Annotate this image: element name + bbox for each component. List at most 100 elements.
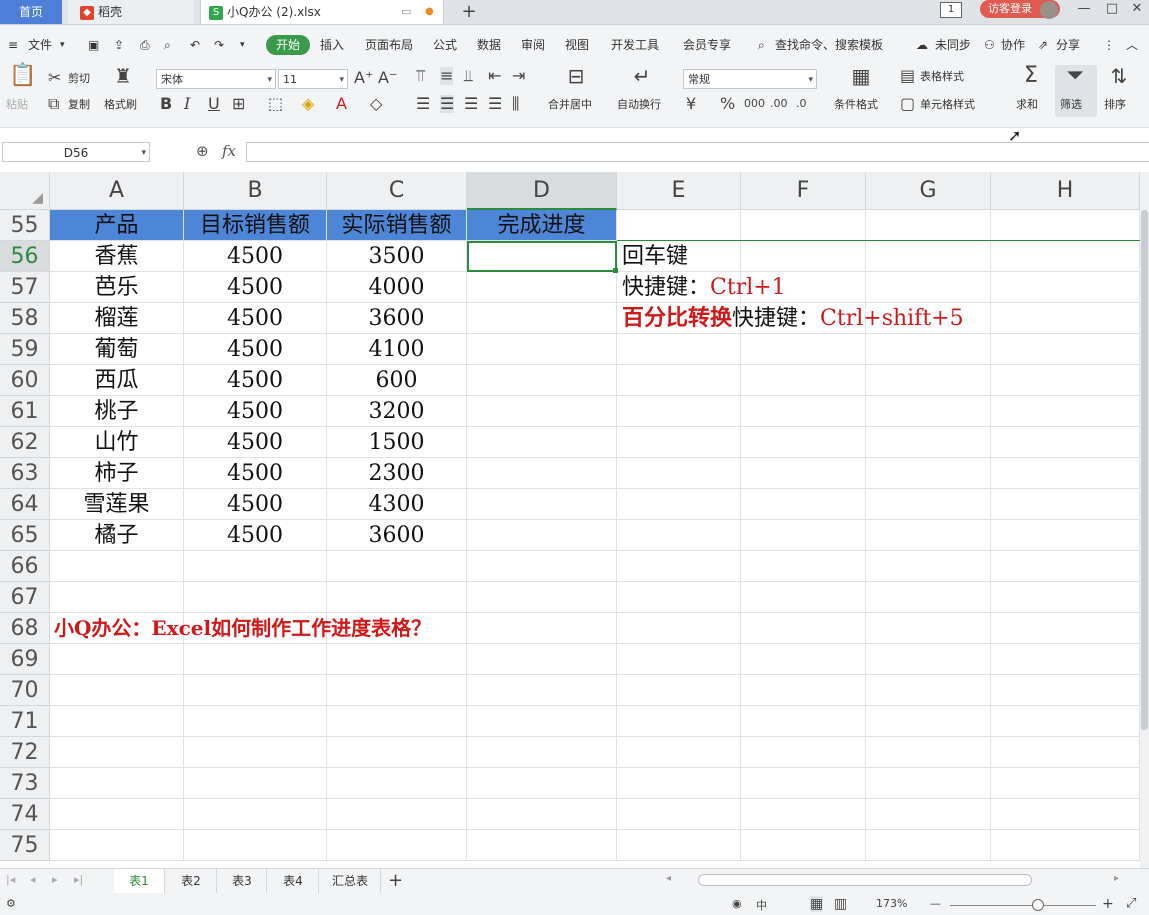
- cell-g64[interactable]: [866, 489, 991, 520]
- cell-f56[interactable]: [741, 241, 866, 272]
- cell-d68[interactable]: [467, 613, 617, 644]
- undo-icon[interactable]: ↶: [190, 35, 200, 55]
- quick-access-chevron-icon[interactable]: ▾: [240, 35, 245, 55]
- cell-g67[interactable]: [866, 582, 991, 613]
- wrap-text-icon[interactable]: ↵: [628, 66, 656, 86]
- table-style-icon[interactable]: ▤: [900, 67, 915, 85]
- increase-font-icon[interactable]: A⁺: [354, 69, 373, 87]
- column-header-g[interactable]: G: [866, 172, 991, 210]
- table-cell[interactable]: 芭乐: [50, 272, 184, 303]
- cell-e62[interactable]: [617, 427, 741, 458]
- cell-b72[interactable]: [184, 737, 327, 768]
- cell-h69[interactable]: [991, 644, 1140, 675]
- cell-c72[interactable]: [327, 737, 467, 768]
- fill-handle[interactable]: [613, 268, 618, 273]
- row-header-56[interactable]: 56: [0, 241, 50, 272]
- table-cell[interactable]: 葡萄: [50, 334, 184, 365]
- align-middle-icon[interactable]: ≡: [440, 67, 454, 85]
- table-cell[interactable]: 4300: [327, 489, 467, 520]
- normal-view-icon[interactable]: ▦: [810, 896, 824, 912]
- align-center-icon[interactable]: ☰: [440, 95, 455, 113]
- table-cell[interactable]: 4500: [184, 241, 327, 272]
- sheet-tab-5[interactable]: 汇总表: [320, 869, 381, 893]
- cell-g68[interactable]: [866, 613, 991, 644]
- cell-h64[interactable]: [991, 489, 1140, 520]
- bold-icon[interactable]: B: [160, 95, 172, 113]
- column-header-f[interactable]: F: [741, 172, 866, 210]
- menu-view[interactable]: 视图: [565, 35, 589, 55]
- cell-h58[interactable]: [991, 303, 1140, 334]
- table-cell[interactable]: 山竹: [50, 427, 184, 458]
- menu-devtools[interactable]: 开发工具: [611, 35, 659, 55]
- cell-h73[interactable]: [991, 768, 1140, 799]
- zoom-in-button[interactable]: +: [1102, 896, 1114, 912]
- cell-g62[interactable]: [866, 427, 991, 458]
- cell-f62[interactable]: [741, 427, 866, 458]
- table-cell[interactable]: [467, 272, 617, 303]
- cell-h67[interactable]: [991, 582, 1140, 613]
- cell-h68[interactable]: [991, 613, 1140, 644]
- fill-pattern-icon[interactable]: ⬚: [268, 95, 283, 113]
- cell-h75[interactable]: [991, 830, 1140, 861]
- justify-icon[interactable]: ☰: [488, 95, 502, 113]
- table-cell[interactable]: [467, 489, 617, 520]
- cell-a67[interactable]: [50, 582, 184, 613]
- horizontal-scroll-thumb[interactable]: [698, 874, 1032, 886]
- cell-e55[interactable]: [617, 210, 741, 241]
- table-cell[interactable]: [467, 427, 617, 458]
- cell-h74[interactable]: [991, 799, 1140, 830]
- conditional-format-button[interactable]: 条件格式: [834, 97, 878, 113]
- cell-c69[interactable]: [327, 644, 467, 675]
- formula-input[interactable]: [246, 142, 1149, 162]
- cell-d75[interactable]: [467, 830, 617, 861]
- table-cell[interactable]: 4500: [184, 458, 327, 489]
- eye-protect-icon[interactable]: ◉: [732, 897, 742, 910]
- fullscreen-icon[interactable]: ⤢: [1126, 896, 1136, 911]
- cell-a75[interactable]: [50, 830, 184, 861]
- hscroll-right-icon[interactable]: ▸: [1114, 873, 1119, 884]
- number-format-select[interactable]: 常规 ▾: [683, 69, 817, 89]
- sheet-tab-1[interactable]: 表1: [114, 869, 165, 893]
- hamburger-icon[interactable]: ≡: [8, 35, 18, 55]
- avatar-icon[interactable]: [1040, 1, 1058, 19]
- search-commands[interactable]: 查找命令、搜索模板: [775, 35, 883, 55]
- row-header-64[interactable]: 64: [0, 489, 50, 520]
- cell-b74[interactable]: [184, 799, 327, 830]
- cell-style-button[interactable]: 单元格样式: [920, 97, 975, 113]
- row-header-59[interactable]: 59: [0, 334, 50, 365]
- table-cell[interactable]: 4500: [184, 489, 327, 520]
- cell-e61[interactable]: [617, 396, 741, 427]
- menu-formula[interactable]: 公式: [433, 35, 457, 55]
- sheet-tab-2[interactable]: 表2: [166, 869, 217, 893]
- more-icon[interactable]: ⋮: [1103, 35, 1115, 55]
- redo-icon[interactable]: ↷: [214, 35, 224, 55]
- table-cell[interactable]: 3600: [327, 520, 467, 551]
- cell-f73[interactable]: [741, 768, 866, 799]
- merge-center-icon[interactable]: ⊟: [562, 66, 590, 86]
- row-header-58[interactable]: 58: [0, 303, 50, 334]
- cell-g61[interactable]: [866, 396, 991, 427]
- cell-f59[interactable]: [741, 334, 866, 365]
- cell-g69[interactable]: [866, 644, 991, 675]
- cell-c70[interactable]: [327, 675, 467, 706]
- cell-e74[interactable]: [617, 799, 741, 830]
- cell-d74[interactable]: [467, 799, 617, 830]
- align-right-icon[interactable]: ☰: [464, 95, 478, 113]
- row-header-65[interactable]: 65: [0, 520, 50, 551]
- distribute-icon[interactable]: ⫼: [512, 95, 519, 113]
- cell-f71[interactable]: [741, 706, 866, 737]
- cell-c73[interactable]: [327, 768, 467, 799]
- row-header-62[interactable]: 62: [0, 427, 50, 458]
- table-cell[interactable]: 4500: [184, 365, 327, 396]
- cell-f72[interactable]: [741, 737, 866, 768]
- format-painter-button[interactable]: 格式刷: [104, 97, 137, 113]
- cell-h62[interactable]: [991, 427, 1140, 458]
- cell-e70[interactable]: [617, 675, 741, 706]
- table-cell[interactable]: 1500: [327, 427, 467, 458]
- row-header-55[interactable]: 55: [0, 210, 50, 241]
- cell-e59[interactable]: [617, 334, 741, 365]
- cell-f55[interactable]: [741, 210, 866, 241]
- table-cell[interactable]: 桃子: [50, 396, 184, 427]
- cell-a74[interactable]: [50, 799, 184, 830]
- column-header-b[interactable]: B: [184, 172, 327, 210]
